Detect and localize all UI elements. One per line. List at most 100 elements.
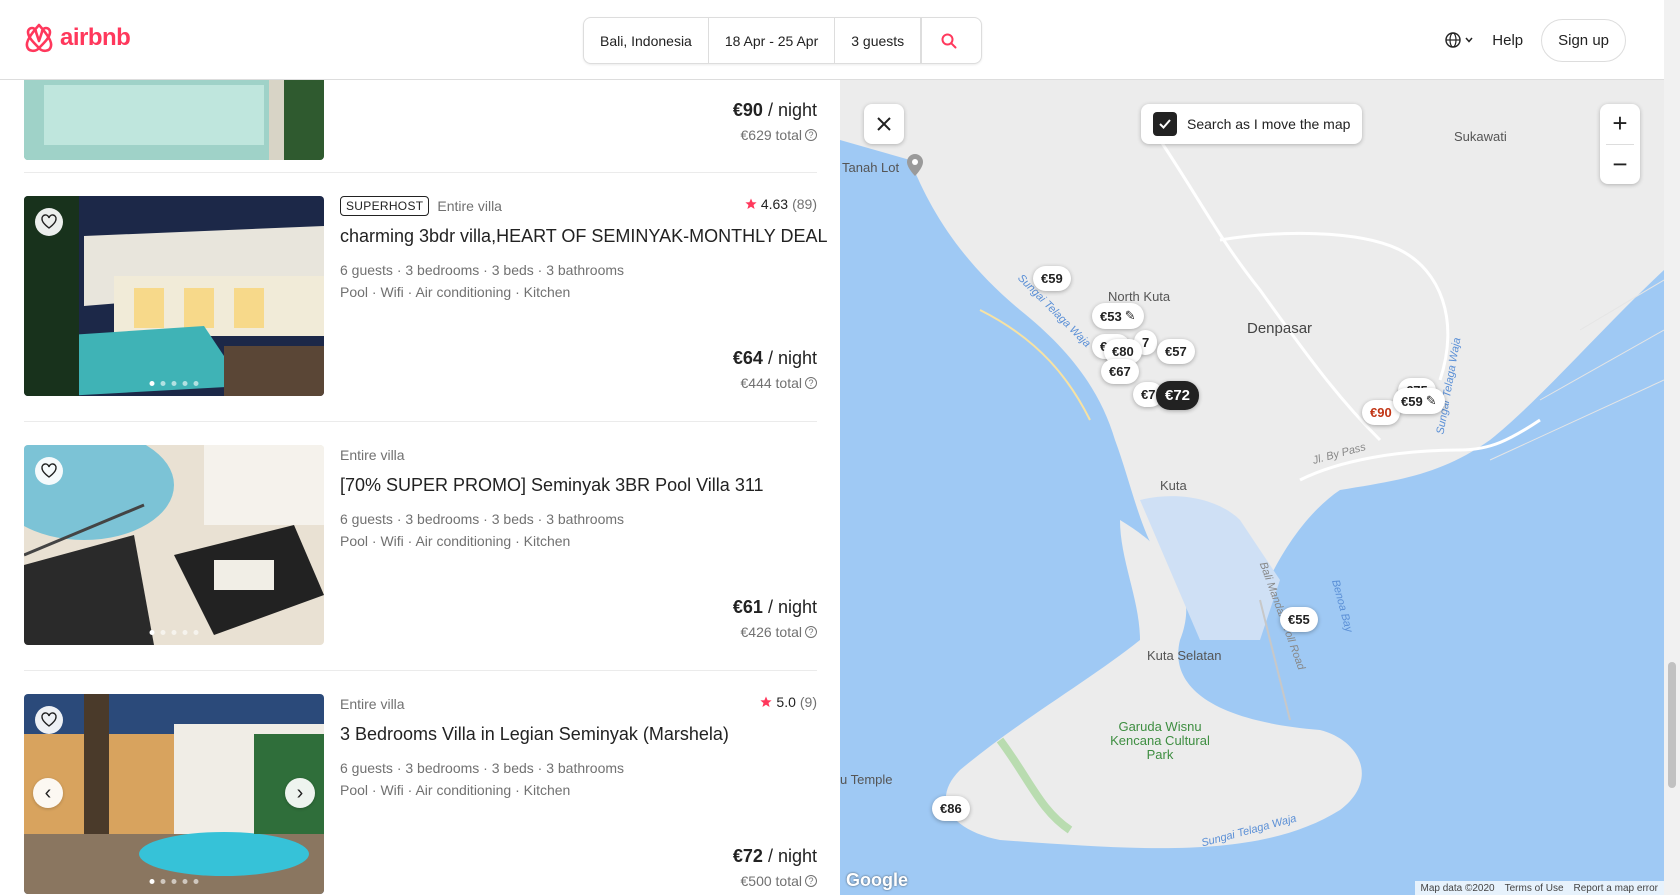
page-scrollbar[interactable] <box>1664 0 1680 895</box>
heart-icon <box>41 214 57 229</box>
night-suffix: / night <box>762 597 817 617</box>
guests-field[interactable]: 3 guests <box>835 18 922 63</box>
price-pin[interactable]: €59 <box>1033 266 1071 291</box>
listing-photo[interactable] <box>24 196 324 396</box>
listing-title[interactable]: charming 3bdr villa,HEART OF SEMINYAK-MO… <box>340 226 827 247</box>
search-icon <box>941 33 957 48</box>
rating: 5.0 (9) <box>760 694 817 710</box>
search-toggle-label: Search as I move the map <box>1187 116 1351 132</box>
listing-photo[interactable] <box>24 445 324 645</box>
help-link[interactable]: Help <box>1492 32 1523 49</box>
property-type: Entire villa <box>340 696 405 712</box>
save-heart-button[interactable] <box>35 457 63 485</box>
property-type: Entire villa <box>437 198 502 214</box>
price-pin-active[interactable]: €72 <box>1156 381 1200 410</box>
zoom-controls: + − <box>1600 104 1640 184</box>
zoom-in-button[interactable]: + <box>1600 104 1640 144</box>
language-selector[interactable] <box>1445 32 1474 48</box>
listing-card[interactable]: SUPERHOST Entire villa 4.63 (89) charmin… <box>24 196 827 396</box>
map-label: u Temple <box>840 772 893 787</box>
listing-card[interactable]: €90 / night €629 total? <box>24 80 817 160</box>
divider <box>24 172 817 173</box>
nightly-price: €72 <box>732 846 763 866</box>
nightly-price: €64 <box>732 348 763 368</box>
map-data-text: Map data ©2020 <box>1420 882 1495 894</box>
review-count: (89) <box>792 196 817 212</box>
info-icon[interactable]: ? <box>805 875 817 887</box>
night-suffix: / night <box>762 348 817 368</box>
rating: 4.63 (89) <box>745 196 817 212</box>
price-pin[interactable]: €53 ✎ <box>1092 303 1144 329</box>
star-icon <box>760 696 773 707</box>
price-block: €61 / night €426 total? <box>733 597 817 640</box>
nightly-price: €61 <box>732 597 763 617</box>
google-logo: Google <box>846 870 908 890</box>
listing-title[interactable]: 3 Bedrooms Villa in Legian Seminyak (Mar… <box>340 724 817 745</box>
rating-value: 4.63 <box>760 196 789 212</box>
next-photo-button[interactable]: › <box>285 778 315 808</box>
listing-card[interactable]: Entire villa [70% SUPER PROMO] Seminyak … <box>24 445 817 645</box>
close-map-button[interactable] <box>864 104 904 144</box>
price-pin[interactable]: €67 <box>1101 359 1139 384</box>
save-heart-button[interactable] <box>35 208 63 236</box>
terms-link[interactable]: Terms of Use <box>1505 883 1564 894</box>
listing-photo[interactable] <box>24 80 324 160</box>
dates-field[interactable]: 18 Apr - 25 Apr <box>709 18 836 63</box>
search-as-move-toggle[interactable]: Search as I move the map <box>1141 104 1363 144</box>
star-icon <box>745 198 757 209</box>
info-icon[interactable]: ? <box>805 626 817 638</box>
listing-info: Entire villa 5.0 (9) 3 Bedrooms Villa in… <box>340 694 817 801</box>
price-pin[interactable]: €55 <box>1280 607 1318 632</box>
listing-title[interactable]: [70% SUPER PROMO] Seminyak 3BR Pool Vill… <box>340 475 817 496</box>
check-icon <box>1159 119 1171 129</box>
info-icon[interactable]: ? <box>805 377 817 389</box>
zoom-out-button[interactable]: − <box>1600 144 1640 184</box>
close-icon <box>877 117 891 131</box>
price-pin[interactable]: €59 ✎ <box>1393 388 1445 414</box>
total-price: €444 total <box>740 375 803 391</box>
heart-icon <box>41 463 57 478</box>
listing-amenities: Pool · Wifi · Air conditioning · Kitchen <box>340 782 571 798</box>
total-price: €426 total <box>740 624 803 640</box>
divider <box>24 421 817 422</box>
listing-amenities: Pool · Wifi · Air conditioning · Kitchen <box>340 284 571 300</box>
price-pin[interactable]: €57 <box>1157 339 1195 364</box>
checkbox-checked[interactable] <box>1153 112 1177 136</box>
map-label: Sukawati <box>1454 129 1507 144</box>
heart-icon <box>41 712 57 727</box>
price-block: €90 / night €629 total? <box>733 100 817 143</box>
location-field[interactable]: Bali, Indonesia <box>584 18 709 63</box>
night-suffix: / night <box>762 846 817 866</box>
price-block: €64 / night €444 total? <box>733 348 817 391</box>
tag-icon: ✎ <box>1425 393 1437 408</box>
header-actions: Help Sign up <box>1445 18 1626 62</box>
review-count: (9) <box>799 694 817 710</box>
divider <box>24 670 817 671</box>
map-label: Denpasar <box>1247 320 1313 337</box>
photo-dots <box>149 879 199 884</box>
map-label: Tanah Lot <box>842 160 900 175</box>
report-error-link[interactable]: Report a map error <box>1574 883 1658 894</box>
listing-photo[interactable]: ‹ › <box>24 694 324 894</box>
scrollbar-thumb[interactable] <box>1668 662 1676 788</box>
map-label: Kuta Selatan <box>1147 648 1222 663</box>
map-label: North Kuta <box>1108 289 1171 304</box>
price-block: €72 / night €500 total? <box>733 846 817 889</box>
listing-card[interactable]: ‹ › Entire villa 5.0 (9) 3 Bedrooms Vill… <box>24 694 817 894</box>
search-button[interactable] <box>921 18 975 63</box>
listing-specs: 6 guests · 3 bedrooms · 3 beds · 3 bathr… <box>340 262 625 278</box>
map-label: Kuta <box>1160 478 1187 493</box>
superhost-badge: SUPERHOST <box>340 196 430 216</box>
listing-info: SUPERHOST Entire villa 4.63 (89) charmin… <box>340 196 827 303</box>
previous-photo-button[interactable]: ‹ <box>33 778 63 808</box>
search-bar[interactable]: Bali, Indonesia 18 Apr - 25 Apr 3 guests <box>583 17 982 64</box>
total-price: €500 total <box>740 873 803 889</box>
chevron-down-icon <box>1465 37 1473 43</box>
info-icon[interactable]: ? <box>805 129 817 141</box>
results-map[interactable]: Search as I move the map + − Tanah Lot S… <box>840 80 1664 895</box>
save-heart-button[interactable] <box>35 706 63 734</box>
airbnb-logo[interactable]: airbnb <box>24 22 131 54</box>
listing-info: Entire villa [70% SUPER PROMO] Seminyak … <box>340 445 817 552</box>
sign-up-button[interactable]: Sign up <box>1541 18 1626 62</box>
price-pin[interactable]: €86 <box>932 796 970 821</box>
